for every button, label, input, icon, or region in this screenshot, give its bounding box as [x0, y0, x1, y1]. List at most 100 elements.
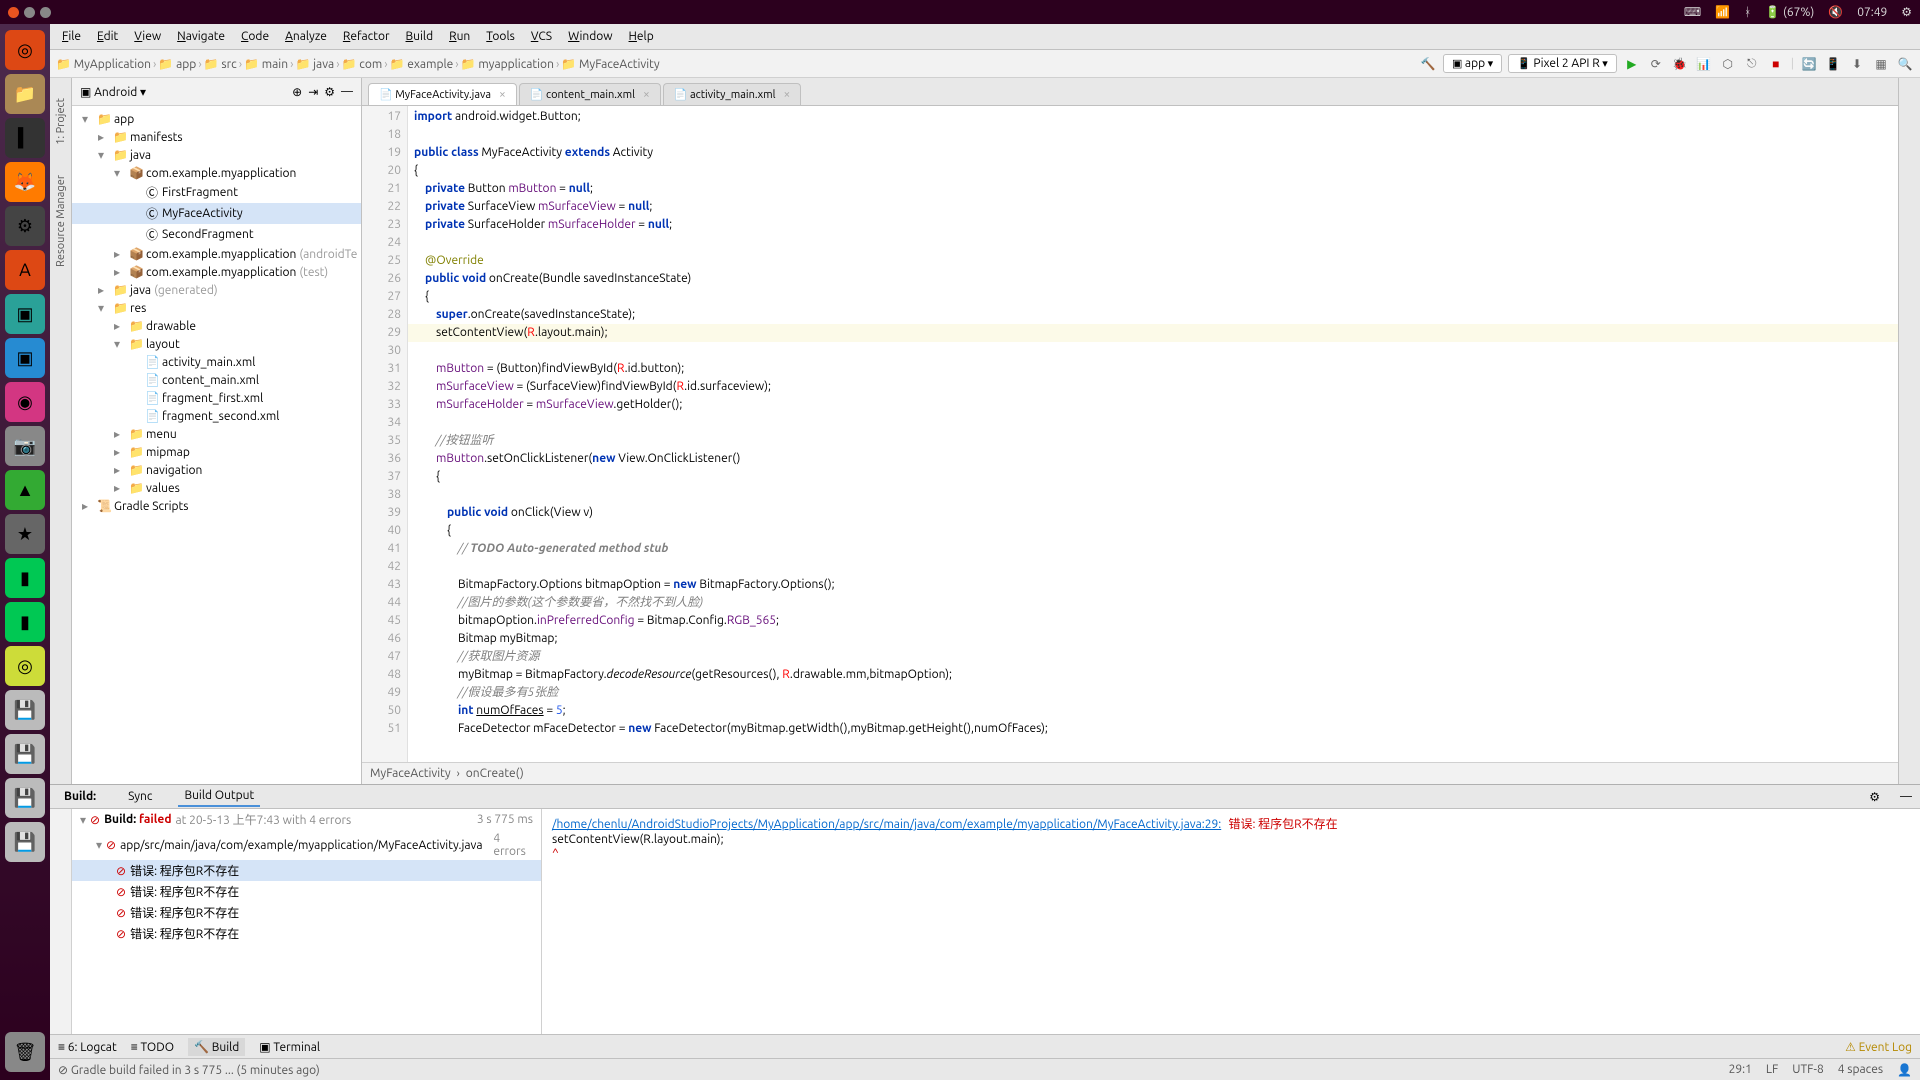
launcher-software-icon[interactable]: A — [5, 250, 45, 290]
close-icon[interactable]: × — [499, 88, 506, 101]
project-tree[interactable]: ▾📁 app ▸📁 manifests ▾📁 java ▾📦 com.examp… — [72, 106, 361, 784]
device-selector[interactable]: 📱 Pixel 2 API R ▾ — [1508, 54, 1617, 73]
resource-manager-tool-button[interactable]: Resource Manager — [55, 175, 67, 267]
tree-node[interactable]: ▾📁 java — [72, 146, 361, 164]
minimize-icon[interactable] — [24, 7, 35, 18]
tree-node[interactable]: ▸📁 drawable — [72, 317, 361, 335]
tree-node[interactable]: Ⓒ FirstFragment — [72, 182, 361, 203]
build-error[interactable]: ⊘ 错误: 程序包R不存在 — [72, 860, 541, 881]
search-icon[interactable]: 🔍 — [1896, 55, 1914, 73]
run-icon[interactable]: ▶ — [1623, 55, 1641, 73]
keyboard-icon[interactable]: ⌨ — [1684, 5, 1701, 19]
build-tool-button[interactable]: 🔨 Build — [188, 1038, 245, 1056]
launcher-app-icon[interactable]: ◎ — [5, 646, 45, 686]
menu-vcs[interactable]: VCS — [525, 28, 558, 45]
breadcrumb-segment[interactable]: 📁 src — [204, 58, 237, 71]
project-view-selector[interactable]: ▣ Android ▾ — [80, 85, 146, 99]
tree-node[interactable]: 📄 fragment_second.xml — [72, 407, 361, 425]
breadcrumb-segment[interactable]: 📁 com — [342, 58, 383, 71]
wifi-icon[interactable]: 📶 — [1715, 5, 1730, 19]
launcher-files-icon[interactable]: 📁 — [5, 74, 45, 114]
menu-build[interactable]: Build — [400, 28, 440, 45]
tree-node[interactable]: ▸📁 navigation — [72, 461, 361, 479]
launcher-trash-icon[interactable]: 🗑 — [5, 1032, 45, 1072]
build-hammer-icon[interactable]: 🔨 — [1419, 55, 1437, 73]
menu-analyze[interactable]: Analyze — [279, 28, 333, 45]
terminal-tool-button[interactable]: ▣ Terminal — [259, 1040, 320, 1054]
build-tab-build[interactable]: Build: — [58, 787, 102, 806]
project-structure-icon[interactable]: ▦ — [1872, 55, 1890, 73]
menu-refactor[interactable]: Refactor — [337, 28, 396, 45]
build-root[interactable]: ▾⊘ Build: failed at 20-5-13 上午7:43 with … — [72, 809, 541, 830]
menu-help[interactable]: Help — [623, 28, 660, 45]
launcher-emulator-icon[interactable]: ▮ — [5, 602, 45, 642]
breadcrumb-segment[interactable]: 📁 example — [390, 58, 454, 71]
battery-indicator[interactable]: 🔋 (67%) — [1765, 5, 1814, 19]
build-tab-output[interactable]: Build Output — [178, 786, 260, 807]
profile-icon[interactable]: 📊 — [1695, 55, 1713, 73]
launcher-terminal-icon[interactable]: ▍ — [5, 118, 45, 158]
editor-tab[interactable]: 📄 activity_main.xml× — [663, 83, 802, 105]
tree-node[interactable]: ▸📁 menu — [72, 425, 361, 443]
menu-code[interactable]: Code — [235, 28, 275, 45]
launcher-settings-icon[interactable]: ⚙ — [5, 206, 45, 246]
launcher-app-icon[interactable]: ▣ — [5, 294, 45, 334]
launcher-app-icon[interactable]: ★ — [5, 514, 45, 554]
tree-node[interactable]: 📄 content_main.xml — [72, 371, 361, 389]
bluetooth-icon[interactable]: ᚼ — [1744, 6, 1751, 19]
build-error[interactable]: ⊘ 错误: 程序包R不存在 — [72, 923, 541, 944]
window-buttons[interactable] — [8, 7, 51, 18]
tree-node[interactable]: ▾📁 app — [72, 110, 361, 128]
sync-icon[interactable]: 🔄 — [1800, 55, 1818, 73]
close-icon[interactable]: × — [643, 88, 650, 101]
line-ending[interactable]: LF — [1766, 1063, 1778, 1077]
tree-node[interactable]: ▸📁 mipmap — [72, 443, 361, 461]
menu-run[interactable]: Run — [443, 28, 476, 45]
editor-breadcrumb[interactable]: MyFaceActivity › onCreate() — [362, 762, 1898, 784]
build-tree[interactable]: ▾⊘ Build: failed at 20-5-13 上午7:43 with … — [72, 809, 542, 1034]
build-error[interactable]: ⊘ 错误: 程序包R不存在 — [72, 902, 541, 923]
launcher-dash-icon[interactable]: ◎ — [5, 30, 45, 70]
gear-icon[interactable]: ⚙ — [1901, 5, 1912, 19]
launcher-screenshot-icon[interactable]: 📷 — [5, 426, 45, 466]
tree-node[interactable]: ▸📦 com.example.myapplication (androidTe — [72, 245, 361, 263]
build-error[interactable]: ⊘ 错误: 程序包R不存在 — [72, 881, 541, 902]
launcher-emulator-icon[interactable]: ▮ — [5, 558, 45, 598]
tree-node[interactable]: ▸📦 com.example.myapplication (test) — [72, 263, 361, 281]
project-tool-button[interactable]: 1: Project — [55, 98, 67, 145]
launcher-android-studio-icon[interactable]: ▲ — [5, 470, 45, 510]
gear-icon[interactable]: ⚙ — [1869, 790, 1880, 804]
event-log-button[interactable]: ⚠ Event Log — [1845, 1040, 1912, 1054]
collapse-icon[interactable]: ⇥ — [308, 85, 318, 99]
tree-node[interactable]: ▾📁 res — [72, 299, 361, 317]
hide-icon[interactable]: — — [1900, 790, 1912, 803]
tree-node[interactable]: ▸📁 java (generated) — [72, 281, 361, 299]
breadcrumb-segment[interactable]: 📁 app — [158, 58, 196, 71]
build-left-toolbar[interactable] — [50, 809, 72, 1034]
breadcrumb-segment[interactable]: 📁 java — [295, 58, 334, 71]
breadcrumb-segment[interactable]: 📁 myapplication — [461, 58, 554, 71]
breadcrumb-segment[interactable]: 📁 MyApplication — [56, 58, 151, 71]
breadcrumb-segment[interactable]: 📁 main — [244, 58, 288, 71]
launcher-app-icon[interactable]: ▣ — [5, 338, 45, 378]
menu-window[interactable]: Window — [562, 28, 618, 45]
tree-node[interactable]: Ⓒ MyFaceActivity — [72, 203, 361, 224]
menu-view[interactable]: View — [128, 28, 167, 45]
logcat-tool-button[interactable]: ≡ 6: Logcat — [58, 1040, 117, 1054]
apply-changes-icon[interactable]: ⟳ — [1647, 55, 1665, 73]
editor-tab[interactable]: 📄 content_main.xml× — [519, 83, 661, 105]
build-file[interactable]: ▾⊘ app/src/main/java/com/example/myappli… — [72, 830, 541, 860]
build-tab-sync[interactable]: Sync — [122, 787, 158, 806]
close-icon[interactable]: × — [784, 88, 791, 101]
menu-navigate[interactable]: Navigate — [171, 28, 231, 45]
tree-node[interactable]: ▾📁 layout — [72, 335, 361, 353]
tree-node[interactable]: Ⓒ SecondFragment — [72, 224, 361, 245]
indent[interactable]: 4 spaces — [1838, 1063, 1883, 1077]
menu-tools[interactable]: Tools — [480, 28, 521, 45]
volume-icon[interactable]: 🔇 — [1828, 5, 1843, 19]
line-gutter[interactable]: 1718192021222324252627282930313233343536… — [362, 106, 408, 762]
breadcrumb-segment[interactable]: 📁 MyFaceActivity — [561, 58, 659, 71]
launcher-drive-icon[interactable]: 💾 — [5, 778, 45, 818]
launcher-drive-icon[interactable]: 💾 — [5, 822, 45, 862]
menu-file[interactable]: File — [56, 28, 87, 45]
